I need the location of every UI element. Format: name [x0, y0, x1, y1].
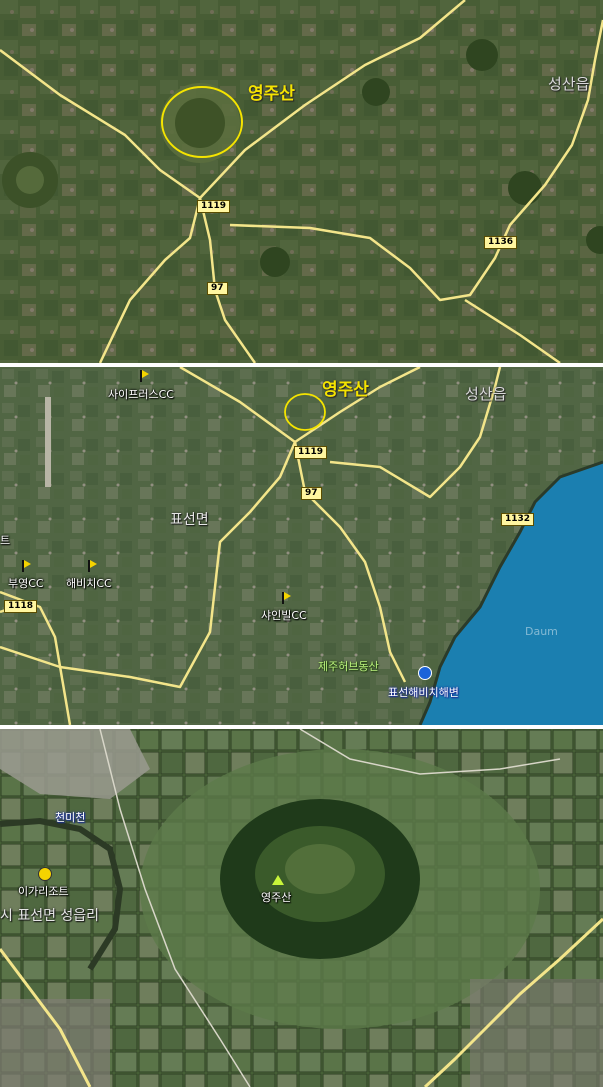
map-panel-closeup[interactable]: 천미천 이가리조트 시 표선면 성읍리 영주산	[0, 729, 603, 1087]
golf-flag-icon	[20, 560, 32, 572]
golf-flag-icon	[280, 592, 292, 604]
label-peak-yeongjusan[interactable]: 영주산	[261, 889, 291, 905]
satellite-terrain	[0, 0, 603, 363]
label-haebichi-cc[interactable]: 해비치CC	[66, 575, 112, 591]
label-pyoseon-beach[interactable]: 표선해비치해변	[388, 684, 459, 700]
golf-flag-icon	[86, 560, 98, 572]
road-shield-1118: 1118	[4, 600, 38, 613]
road-shield-97: 97	[207, 282, 228, 295]
beach-icon	[418, 666, 432, 680]
label-shinebill-cc[interactable]: 샤인빌CC	[261, 607, 307, 623]
map-watermark: Daum	[525, 625, 558, 638]
label-pyoseonmyeon[interactable]: 표선면	[170, 509, 209, 529]
golf-flag-icon	[138, 370, 150, 382]
road-shield-1119: 1119	[294, 446, 328, 459]
label-buyoung-cc[interactable]: 부영CC	[8, 575, 44, 591]
road-shield-1132: 1132	[501, 513, 535, 526]
label-yeongjusan[interactable]: 영주산	[248, 79, 295, 104]
airstrip	[45, 397, 51, 487]
label-igari-resort[interactable]: 이가리조트	[18, 883, 69, 899]
label-edge-partial: 트	[0, 534, 11, 547]
map-panel-overview[interactable]: 영주산 성산읍 1119 97 1136	[0, 0, 603, 363]
road-shield-1136: 1136	[484, 236, 518, 249]
label-yeongjusan[interactable]: 영주산	[322, 375, 369, 400]
map-panel-regional[interactable]: 영주산 성산읍 표선면 사이프러스CC 트 부영CC 해비치CC 샤인빌CC 제…	[0, 367, 603, 725]
resort-icon	[38, 867, 52, 881]
label-seongsaneup[interactable]: 성산읍	[548, 73, 589, 94]
label-address: 시 표선면 성읍리	[0, 908, 100, 924]
road-shield-97: 97	[301, 487, 322, 500]
label-herb-garden[interactable]: 제주허브동산	[318, 658, 379, 674]
satellite-terrain	[0, 367, 603, 725]
mountain-peak-icon	[272, 875, 284, 885]
label-seongsaneup[interactable]: 성산읍	[465, 383, 506, 404]
label-cypress-cc[interactable]: 사이프러스CC	[108, 386, 174, 402]
label-cheonmicheon[interactable]: 천미천	[55, 809, 85, 825]
road-shield-1119: 1119	[197, 200, 231, 213]
